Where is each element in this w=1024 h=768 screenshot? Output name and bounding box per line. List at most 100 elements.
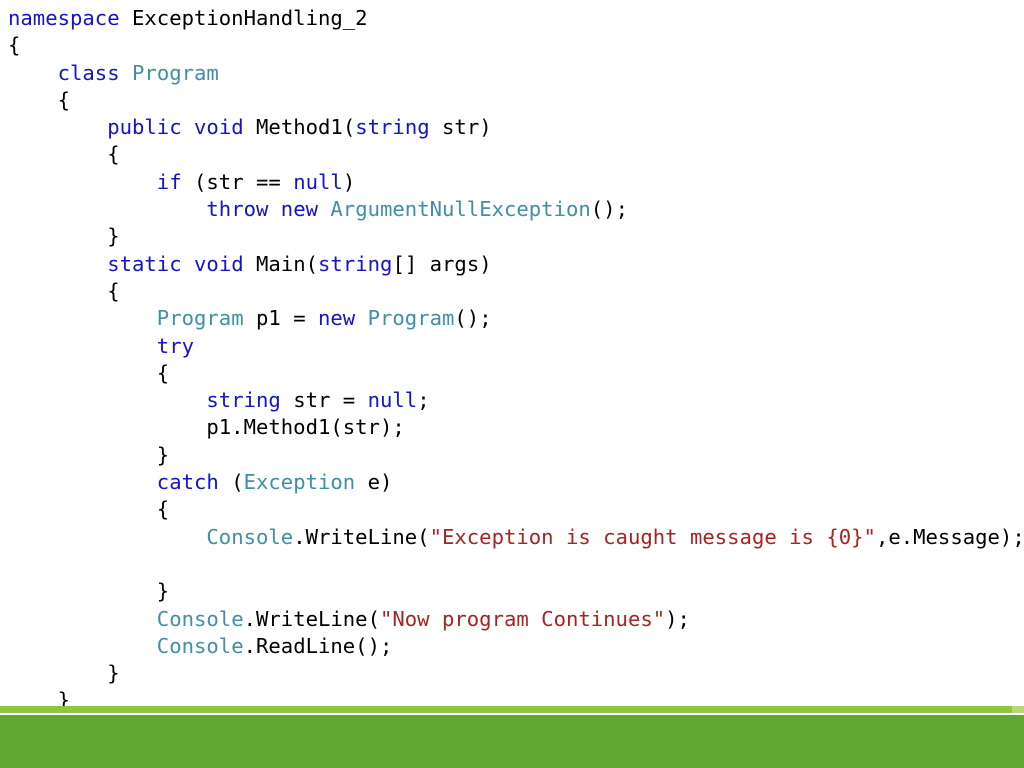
code-listing: namespace ExceptionHandling_2{ class Pro… [0,0,1024,742]
code-token-pl: { [8,142,120,167]
code-token-type: Console [206,524,294,549]
code-token-pl: str) [429,115,492,140]
code-token-pl: p1 = [243,306,318,331]
code-token-pl: ,e.Message); [875,524,1024,549]
code-token-kw: class [57,60,120,85]
code-token-pl: ; [417,388,430,413]
code-token-kw: throw [206,197,269,222]
code-line: { [0,278,1024,305]
code-line: string str = null; [0,387,1024,414]
code-token-kw: catch [156,470,219,495]
code-token-pl: Main( [243,251,319,276]
code-line: } [0,442,1024,469]
code-line: } [0,660,1024,687]
code-token-kw: new [280,197,318,222]
code-line: { [0,87,1024,114]
code-token-type: Exception [243,470,356,495]
code-line: Program p1 = new Program(); [0,305,1024,332]
code-token-kw: try [156,333,194,358]
code-token-pl: { [8,497,170,522]
code-token-pl: } [8,224,120,249]
code-token-pl: [] args) [392,251,492,276]
code-token-pl: (); [590,197,628,222]
slide-canvas: namespace ExceptionHandling_2{ class Pro… [0,0,1024,768]
code-line: } [0,578,1024,605]
code-line: catch (Exception e) [0,469,1024,496]
code-line: static void Main(string[] args) [0,251,1024,278]
code-line: p1.Method1(str); [0,414,1024,441]
code-token-kw: void [194,115,244,140]
code-token-pl: p1.Method1(str); [8,415,405,440]
code-token-pl: (); [454,306,492,331]
code-token-pl: Method1( [243,115,356,140]
code-line: } [0,223,1024,250]
code-line: { [0,32,1024,59]
code-line: { [0,496,1024,523]
code-token-kw: if [156,169,182,194]
code-token-pl: } [8,661,120,686]
code-token-kw: string [206,388,281,413]
code-token-kw: string [355,115,430,140]
code-line: throw new ArgumentNullException(); [0,196,1024,223]
code-token-kw: new [318,306,356,331]
code-line: Console.WriteLine("Now program Continues… [0,606,1024,633]
code-line: if (str == null) [0,169,1024,196]
code-line: Console.ReadLine(); [0,633,1024,660]
code-token-pl: e) [355,470,393,495]
code-token-pl: } [8,579,170,604]
code-token-str: "Exception is caught message is {0}" [429,524,876,549]
code-token-kw: void [194,251,244,276]
code-line: { [0,360,1024,387]
code-token-pl: ExceptionHandling_2 [119,6,368,30]
code-token-type: Program [156,306,244,331]
code-token-str: "Now program Continues" [379,606,666,631]
code-token-type: Console [156,606,244,631]
accent-band-light-cap [1012,706,1024,713]
code-line: public void Method1(string str) [0,114,1024,141]
code-token-pl: { [8,87,70,112]
code-token-pl: .WriteLine( [243,606,380,631]
code-line: ​ [0,551,1024,578]
code-token-pl: str = [280,388,368,413]
code-token-kw: string [318,251,393,276]
code-token-kw: namespace [8,6,120,30]
code-token-pl: (str == [181,169,294,194]
accent-band-light [0,706,1022,713]
code-token-pl: { [8,33,21,58]
code-token-pl: ); [665,606,690,631]
code-token-pl: { [8,360,170,385]
code-token-kw: null [367,388,418,413]
code-token-pl: ( [218,470,244,495]
code-token-pl: { [8,278,120,303]
code-token-type: ArgumentNullException [330,197,591,222]
code-token-kw: null [293,169,343,194]
code-line: namespace ExceptionHandling_2 [0,5,1024,32]
accent-band-dark [0,715,1024,768]
code-token-kw: public [107,115,182,140]
code-token-pl: ) [342,169,356,194]
code-line: try [0,333,1024,360]
code-line: { [0,141,1024,168]
code-token-type: Program [132,60,219,85]
code-token-pl: .WriteLine( [293,524,430,549]
code-token-pl: } [8,442,170,467]
code-token-type: Console [156,633,244,658]
